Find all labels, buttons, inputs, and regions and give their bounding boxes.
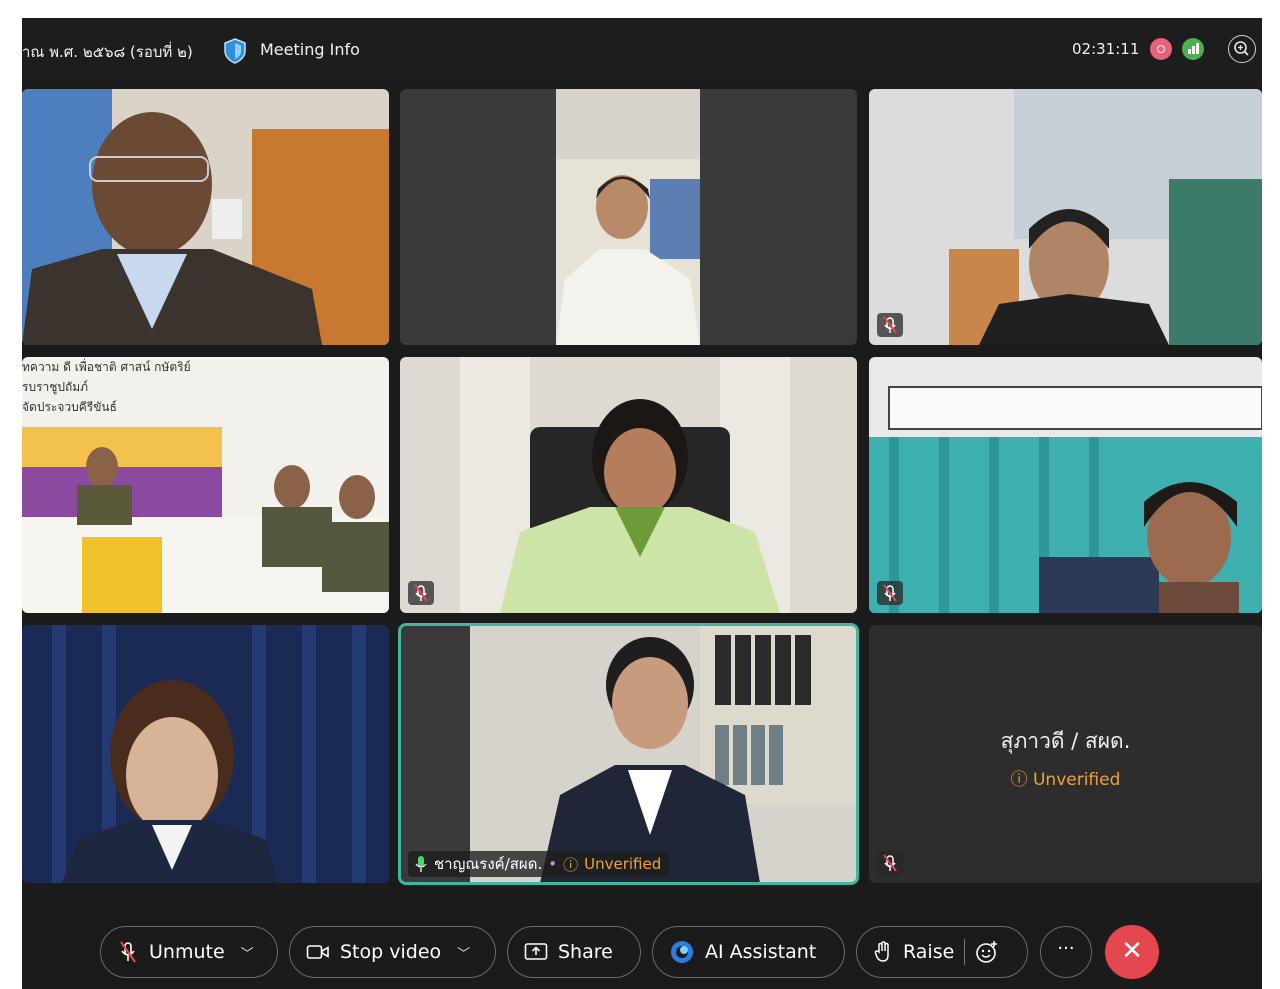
unverified-icon: ⓘ	[1010, 770, 1028, 790]
participant-video	[400, 357, 857, 613]
zoom-icon[interactable]	[1228, 35, 1256, 63]
ai-assistant-label: AI Assistant	[705, 941, 817, 963]
raise-label: Raise	[903, 941, 955, 963]
muted-mic-icon	[408, 581, 434, 605]
muted-mic-icon	[120, 941, 136, 963]
meeting-timer: 02:31:11	[1072, 40, 1140, 58]
background-banner: ทความ ดี เพื่อชาติ ศาสน์ กษัตริย์ รบราชู…	[22, 357, 191, 417]
video-tile-1[interactable]	[22, 89, 389, 345]
video-tile-5[interactable]	[400, 357, 857, 613]
video-tile-active-speaker[interactable]: ชาญณรงค์/สผด. • ⓘ Unverified	[398, 623, 859, 885]
participant-name: ชาญณรงค์/สผด.	[434, 855, 543, 873]
unmute-label: Unmute	[149, 941, 225, 963]
share-label: Share	[558, 941, 613, 963]
muted-mic-icon	[877, 851, 903, 875]
unmute-button[interactable]: Unmute ﹀	[100, 926, 278, 978]
unverified-status-row: ⓘ Unverified	[869, 765, 1262, 790]
banner-line-1: ทความ ดี เพื่อชาติ ศาสน์ กษัตริย์	[22, 360, 191, 374]
video-tile-4[interactable]: ทความ ดี เพื่อชาติ ศาสน์ กษัตริย์ รบราชู…	[22, 357, 389, 613]
top-bar: าณ พ.ศ. ๒๕๖๘ (รอบที่ ๒) Meeting Info 02:…	[22, 18, 1262, 84]
meeting-window: าณ พ.ศ. ๒๕๖๘ (รอบที่ ๒) Meeting Info 02:…	[22, 18, 1262, 989]
share-screen-icon	[524, 943, 548, 960]
chevron-down-icon[interactable]: ﹀	[457, 943, 470, 962]
mic-active-icon	[415, 856, 427, 872]
unverified-status: Unverified	[584, 855, 662, 873]
recording-icon[interactable]	[1150, 38, 1172, 60]
raise-hand-button[interactable]: Raise	[856, 926, 1028, 978]
video-tile-2[interactable]	[400, 89, 857, 345]
participant-video	[22, 89, 389, 345]
banner-line-3: จัดประจวบคีรีขันธ์	[22, 400, 117, 414]
meeting-info-link[interactable]: Meeting Info	[260, 40, 360, 59]
video-camera-icon	[306, 945, 329, 959]
unverified-icon: ⓘ	[563, 855, 579, 874]
banner-line-2: รบราชูปถัมภ์	[22, 380, 89, 394]
participant-video	[22, 625, 389, 883]
ai-assistant-icon	[671, 941, 693, 963]
network-stats-icon[interactable]	[1182, 38, 1204, 60]
participant-name: สุภาวดี / สผด.	[1000, 729, 1131, 753]
video-tile-6[interactable]	[869, 357, 1262, 613]
chevron-down-icon[interactable]: ﹀	[241, 943, 254, 962]
separator-dot: •	[548, 855, 558, 873]
participant-video	[869, 357, 1262, 613]
participant-video	[400, 625, 857, 883]
stop-video-button[interactable]: Stop video ﹀	[289, 926, 496, 978]
meeting-controls-toolbar: Unmute ﹀ Stop video ﹀ Share AI Assistant…	[22, 918, 1262, 989]
divider	[964, 939, 966, 965]
muted-mic-icon	[877, 313, 903, 337]
reactions-icon[interactable]	[975, 940, 999, 964]
muted-mic-icon	[877, 581, 903, 605]
raise-hand-icon	[874, 941, 889, 962]
share-button[interactable]: Share	[507, 926, 641, 978]
end-call-button[interactable]: ✕	[1105, 925, 1159, 979]
more-options-button[interactable]: ···	[1040, 926, 1092, 978]
shield-icon[interactable]	[222, 37, 248, 65]
meeting-title: าณ พ.ศ. ๒๕๖๘ (รอบที่ ๒)	[22, 43, 193, 61]
participant-video	[869, 89, 1262, 345]
video-tile-placeholder[interactable]: สุภาวดี / สผด. ⓘ Unverified	[869, 625, 1262, 883]
ai-assistant-button[interactable]: AI Assistant	[652, 926, 845, 978]
stop-video-label: Stop video	[340, 941, 442, 963]
video-tile-7[interactable]	[22, 625, 389, 883]
unverified-status: Unverified	[1032, 770, 1121, 790]
active-speaker-name-tag: ชาญณรงค์/สผด. • ⓘ Unverified	[408, 851, 670, 877]
video-tile-3[interactable]	[869, 89, 1262, 345]
participant-video	[556, 89, 700, 345]
